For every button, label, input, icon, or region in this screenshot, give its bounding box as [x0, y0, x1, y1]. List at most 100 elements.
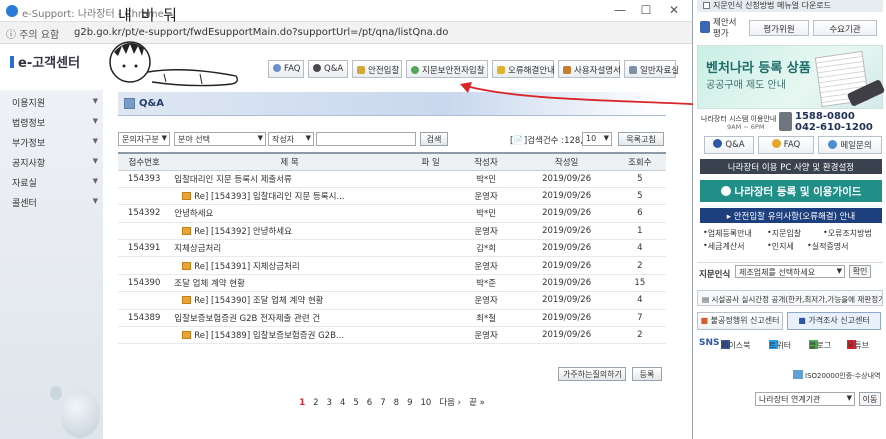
iso-award-link[interactable]: ISO20000인증-수상내역 [793, 370, 883, 382]
page-link[interactable]: 2 [313, 398, 318, 408]
refresh-list-button[interactable]: 목록고침 [618, 132, 664, 146]
table-row[interactable]: 154390 조달 업체 계약 현황 박*준 2019/09/26 15 [118, 274, 666, 293]
register-button[interactable]: 등록 [632, 367, 662, 381]
demand-org-button[interactable]: 수요기관 [813, 20, 877, 36]
proposal-eval-link[interactable]: 제안서 평가 [700, 18, 742, 40]
page-link[interactable]: 9 [407, 398, 412, 408]
sidebar-item-extra[interactable]: 부가정보 ▼ [12, 136, 98, 149]
title-link[interactable]: Re] [154393] 입찰대리인 지문 등록시... [194, 192, 344, 202]
title-link[interactable]: 입찰대리인 지문 등록시 제출서류 [174, 175, 292, 185]
page-link[interactable]: 7 [380, 398, 385, 408]
faq-lookup-button[interactable]: 가주하는질의하기 [558, 367, 626, 381]
sidebar-item-notice[interactable]: 공지사항 ▼ [12, 156, 98, 169]
brand-logo[interactable]: e-고객센터 [10, 52, 80, 71]
tab-error-guide[interactable]: 오류해결안내 [492, 60, 555, 78]
search-type-select[interactable]: 작성자 ▼ [268, 132, 314, 146]
link-vendor-registration[interactable]: • 업체등록안내 [703, 228, 752, 238]
table-row[interactable]: 154393 입찰대리인 지문 등록시 제출서류 박*민 2019/09/26 5 [118, 170, 666, 188]
sidebar-item-support[interactable]: 이용지원 ▼ [12, 96, 98, 109]
maximize-button[interactable]: ☐ [634, 3, 658, 17]
page-link[interactable]: 5 [353, 398, 358, 408]
tab-user-manual[interactable]: 사용자설명서 [558, 60, 621, 78]
pc-spec-button[interactable]: 나라장터 이용 PC 사양 및 환경설정 [700, 159, 882, 174]
close-button[interactable]: ✕ [662, 3, 686, 17]
table-row[interactable]: 154391 지체상금처리 김*희 2019/09/26 4 [118, 239, 666, 258]
tab-fingerprint-bid[interactable]: 지문보안전자입찰 [406, 60, 488, 78]
price-report-button[interactable]: ■ 가격조사 신고센터 [787, 312, 881, 330]
table-row[interactable]: Re] [154392] 안녕하세요 운영자 2019/09/26 1 [118, 222, 666, 241]
table-row[interactable]: 154392 안녕하세요 박*민 2019/09/26 6 [118, 204, 666, 223]
title-link[interactable]: 지체상금처리 [174, 244, 221, 254]
table-row[interactable]: 154389 입찰보증보험증권 G2B 전자제출 관련 건 최*철 2019/09/2… [118, 309, 666, 328]
title-link[interactable]: Re] [154391] 지체상금처리 [194, 262, 299, 272]
venture-banner[interactable]: 벤처나라 등록 상품 공공구매 제도 안내 [697, 45, 886, 109]
related-org-select[interactable]: 나라장터 연계기관 ▼ [755, 392, 855, 406]
page-link[interactable]: 10 [420, 398, 431, 408]
safe-bid-notice-button[interactable]: ▸ 안전입찰 유의사항(오류해결) 안내 [700, 208, 882, 223]
inquirer-type-select[interactable]: 문의자구분 ▼ [118, 132, 170, 146]
security-indicator[interactable]: ⓘ 주의 요함 [6, 26, 59, 41]
search-button[interactable]: 검색 [420, 132, 448, 146]
title-link[interactable]: Re] [154389] 입찰보증보험증권 G2B... [194, 331, 344, 341]
title-link[interactable]: Re] [154392] 안녕하세요 [194, 227, 292, 237]
title-link[interactable]: 입찰보증보험증권 G2B 전자제출 관련 건 [174, 314, 320, 324]
column-header[interactable]: 제 목 [170, 152, 409, 171]
table-row[interactable]: Re] [154393] 입찰대리인 지문 등록시... 운영자 2019/09/2… [118, 187, 666, 206]
sidebar-item-callcenter[interactable]: 콜센터 ▼ [12, 196, 98, 209]
cell-title[interactable]: 입찰대리인 지문 등록시 제출서류 [170, 170, 409, 188]
title-link[interactable]: Re] [154390] 조달 업체 계약 현황 [194, 296, 323, 306]
top-notice[interactable]: 지문인식 신청방법 메뉴얼 다운로드 [697, 0, 883, 12]
table-row[interactable]: Re] [154389] 입찰보증보험증권 G2B... 운영자 2019/09/2… [118, 326, 666, 345]
link-performance-cert[interactable]: • 실적증명서 [807, 241, 849, 251]
column-header[interactable]: 접수번호 [118, 152, 171, 171]
page-next-link[interactable]: 다음 › [439, 398, 461, 408]
link-fingerprint-bid[interactable]: • 지문입찰 [767, 228, 801, 238]
faq-button[interactable]: FAQ [758, 136, 814, 154]
fingerprint-ok-button[interactable]: 확인 [849, 265, 871, 278]
page-link[interactable]: 4 [340, 398, 345, 408]
table-row[interactable]: Re] [154391] 지체상금처리 운영자 2019/09/26 2 [118, 256, 666, 275]
qa-button[interactable]: Q&A [704, 136, 754, 154]
sidebar-item-law[interactable]: 법령정보 ▼ [12, 116, 98, 129]
cell-title[interactable]: Re] [154390] 조달 업체 계약 현황 [170, 291, 409, 310]
link-tax-invoice[interactable]: • 세금계산서 [703, 241, 745, 251]
link-error-fix[interactable]: • 오류조치방법 [823, 228, 872, 238]
manufacturer-select[interactable]: 제조업체를 선택하세요 ▼ [735, 265, 845, 278]
cell-title[interactable]: 조달 업체 계약 현황 [170, 274, 409, 293]
table-row[interactable]: Re] [154390] 조달 업체 계약 현황 운영자 2019/09/26 4 [118, 291, 666, 310]
search-input[interactable] [316, 132, 416, 146]
registration-guide-button[interactable]: 나라장터 등록 및 이용가이드 [700, 180, 882, 202]
sidebar-item-archive[interactable]: 자료실 ▼ [12, 176, 98, 189]
field-select[interactable]: 분야 선택 ▼ [174, 132, 266, 146]
eval-committee-button[interactable]: 평가위원 [749, 20, 809, 36]
public-notice-link[interactable]: ▤ 시설공사 실시간정 공개(한카,최저가,가능을에 재판정가) [697, 290, 883, 306]
page-size-select[interactable]: 10 ▼ [582, 132, 612, 146]
column-header[interactable]: 조회수 [613, 152, 666, 171]
unfair-report-button[interactable]: ■ 불공정행위 신고센터 [697, 312, 783, 330]
column-header[interactable]: 작성자 [452, 152, 520, 171]
mail-inquiry-button[interactable]: 메일문의 [818, 136, 882, 154]
column-header[interactable]: 파 일 [408, 152, 453, 171]
cell-title[interactable]: 지체상금처리 [170, 239, 409, 258]
page-link[interactable]: 1 [299, 398, 305, 408]
tab-faq[interactable]: FAQ [268, 60, 304, 78]
tab-qa[interactable]: Q&A [308, 60, 348, 78]
column-header[interactable]: 작성일 [519, 152, 614, 171]
title-link[interactable]: 조달 업체 계약 현황 [174, 279, 245, 289]
minimize-button[interactable]: — [608, 3, 632, 17]
cell-title[interactable]: Re] [154391] 지체상금처리 [170, 256, 409, 275]
cell-title[interactable]: 안녕하세요 [170, 204, 409, 223]
cell-title[interactable]: Re] [154393] 입찰대리인 지문 등록시... [170, 187, 409, 206]
page-link[interactable]: 8 [394, 398, 399, 408]
cell-title[interactable]: 입찰보증보험증권 G2B 전자제출 관련 건 [170, 309, 409, 328]
cell-title[interactable]: Re] [154392] 안녕하세요 [170, 222, 409, 241]
page-link[interactable]: 3 [327, 398, 332, 408]
related-org-go-button[interactable]: 이동 [859, 392, 881, 406]
tab-safe-bid[interactable]: 안전입찰 [352, 60, 402, 78]
page-last-link[interactable]: 끝 » [469, 398, 485, 408]
cell-title[interactable]: Re] [154389] 입찰보증보험증권 G2B... [170, 326, 409, 345]
tab-general-archive[interactable]: 일반자료실 [624, 60, 679, 78]
title-link[interactable]: 안녕하세요 [174, 209, 213, 219]
page-link[interactable]: 6 [367, 398, 372, 408]
link-stamp-tax[interactable]: • 인지세 [767, 241, 794, 251]
